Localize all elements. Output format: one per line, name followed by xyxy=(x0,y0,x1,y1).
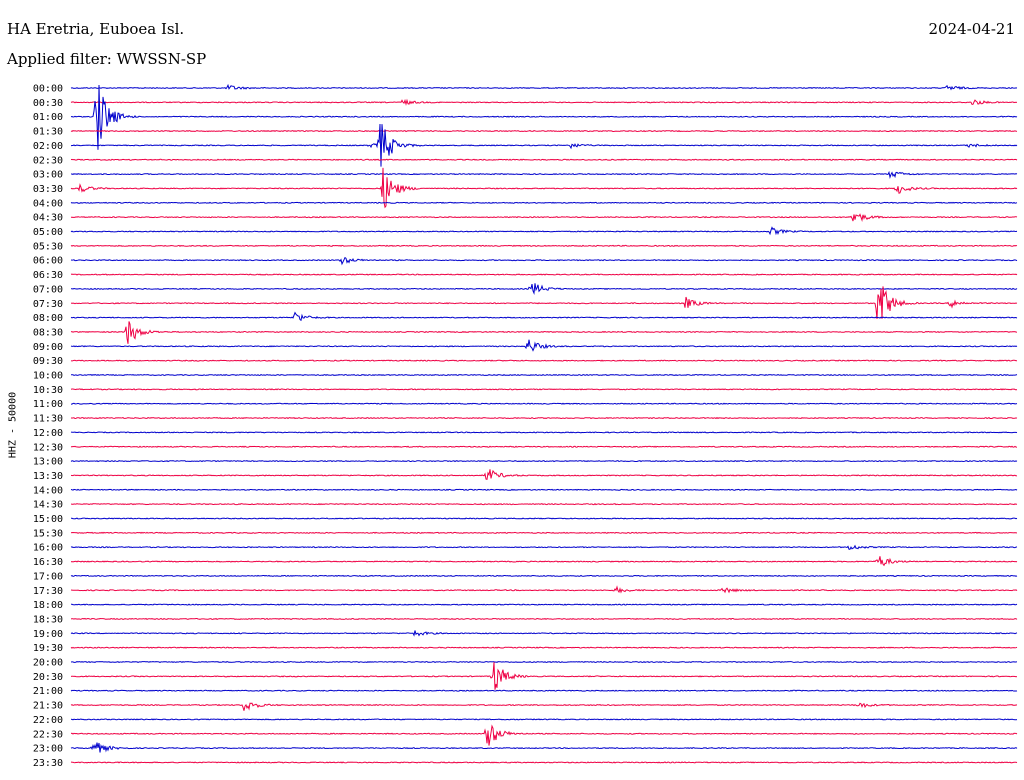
time-row-label: 02:00 xyxy=(33,141,63,152)
time-row-label: 04:00 xyxy=(33,198,63,209)
trace-line xyxy=(70,273,1018,276)
time-row-label: 00:30 xyxy=(33,98,63,109)
time-row-label: 10:30 xyxy=(33,385,63,396)
time-row-label: 19:30 xyxy=(33,643,63,654)
time-row-label: 00:00 xyxy=(33,84,63,95)
time-row-label: 06:30 xyxy=(33,270,63,281)
time-row-label: 20:00 xyxy=(33,658,63,669)
trace-line xyxy=(71,603,1018,606)
trace-line xyxy=(70,226,1018,236)
time-row-label: 22:30 xyxy=(33,729,63,740)
time-row-label: 09:00 xyxy=(33,342,63,353)
trace-line xyxy=(70,445,1017,448)
time-row-label: 17:30 xyxy=(33,586,63,597)
trace-line xyxy=(70,460,1018,463)
trace-line xyxy=(70,761,1018,764)
trace-line xyxy=(71,402,1018,405)
time-row-label: 01:30 xyxy=(33,127,63,138)
time-row-label: 22:00 xyxy=(33,715,63,726)
time-row-label: 01:00 xyxy=(33,112,63,123)
time-row-label: 03:00 xyxy=(33,170,63,181)
time-row-label: 11:30 xyxy=(33,414,63,425)
trace-line xyxy=(70,488,1018,491)
time-row-label: 04:30 xyxy=(33,213,63,224)
trace-line xyxy=(70,256,1018,266)
time-row-label: 14:00 xyxy=(33,485,63,496)
trace-line xyxy=(70,630,1018,637)
trace-line xyxy=(71,170,1018,180)
time-row-label: 08:00 xyxy=(33,313,63,324)
time-row-label: 03:30 xyxy=(33,184,63,195)
time-row-label: 07:30 xyxy=(33,299,63,310)
time-row-label: 11:00 xyxy=(33,399,63,410)
time-row-label: 20:30 xyxy=(33,672,63,683)
trace-line xyxy=(70,311,1018,322)
trace-line xyxy=(70,574,1018,577)
time-row-label: 08:30 xyxy=(33,327,63,338)
time-row-label: 21:30 xyxy=(33,701,63,712)
trace-line xyxy=(70,556,1018,567)
trace-line xyxy=(70,388,1018,391)
trace-line xyxy=(70,718,1018,721)
trace-line xyxy=(70,416,1018,420)
trace-line xyxy=(70,585,1018,594)
time-row-label: 12:30 xyxy=(33,442,63,453)
trace-line xyxy=(70,431,1018,434)
time-row-label: 06:00 xyxy=(33,256,63,267)
time-row-label: 16:30 xyxy=(33,557,63,568)
trace-line xyxy=(70,98,1018,106)
time-row-label: 18:00 xyxy=(33,600,63,611)
time-row-label: 15:30 xyxy=(33,528,63,539)
time-row-label: 13:30 xyxy=(33,471,63,482)
trace-line xyxy=(70,83,1018,91)
trace-line xyxy=(70,544,1018,550)
trace-line xyxy=(70,167,1018,209)
time-row-label: 05:00 xyxy=(33,227,63,238)
time-row-label: 14:30 xyxy=(33,500,63,511)
time-row-label: 21:00 xyxy=(33,686,63,697)
trace-line xyxy=(70,321,1017,344)
trace-line xyxy=(70,646,1018,649)
trace-line xyxy=(70,213,1018,223)
trace-line xyxy=(70,244,1018,247)
time-row-label: 18:30 xyxy=(33,614,63,625)
time-row-label: 19:00 xyxy=(33,629,63,640)
time-row-label: 17:00 xyxy=(33,571,63,582)
trace-line xyxy=(70,339,1018,352)
trace-line xyxy=(71,503,1018,506)
trace-line xyxy=(70,201,1018,204)
time-row-label: 10:00 xyxy=(33,371,63,382)
trace-line xyxy=(70,84,1018,150)
trace-line xyxy=(70,373,1018,377)
trace-line xyxy=(70,702,1018,711)
time-row-label: 02:30 xyxy=(33,155,63,166)
trace-line xyxy=(70,689,1018,692)
seismogram-chart: 00:00 00:30 01:00 01:30 02:00 02:30 03:00 03:30… xyxy=(33,83,1018,769)
time-row-label: 15:00 xyxy=(33,514,63,525)
trace-line xyxy=(70,662,1018,690)
time-row-label: 13:00 xyxy=(33,457,63,468)
trace-line xyxy=(70,158,1018,161)
trace-line xyxy=(70,283,1018,296)
trace-line xyxy=(71,517,1018,520)
time-row-label: 07:00 xyxy=(33,284,63,295)
trace-line xyxy=(70,359,1018,362)
trace-line xyxy=(70,531,1017,534)
trace-line xyxy=(70,129,1018,133)
trace-line xyxy=(70,724,1018,746)
trace-line xyxy=(70,742,1018,753)
time-row-label: 05:30 xyxy=(33,241,63,252)
trace-line xyxy=(70,286,1018,319)
time-row-label: 23:30 xyxy=(33,758,63,769)
time-row-label: 16:00 xyxy=(33,543,63,554)
trace-line xyxy=(70,660,1017,664)
trace-line xyxy=(70,469,1018,481)
trace-line xyxy=(70,617,1018,621)
time-row-label: 23:00 xyxy=(33,744,63,755)
time-row-label: 09:30 xyxy=(33,356,63,367)
time-row-label: 12:00 xyxy=(33,428,63,439)
